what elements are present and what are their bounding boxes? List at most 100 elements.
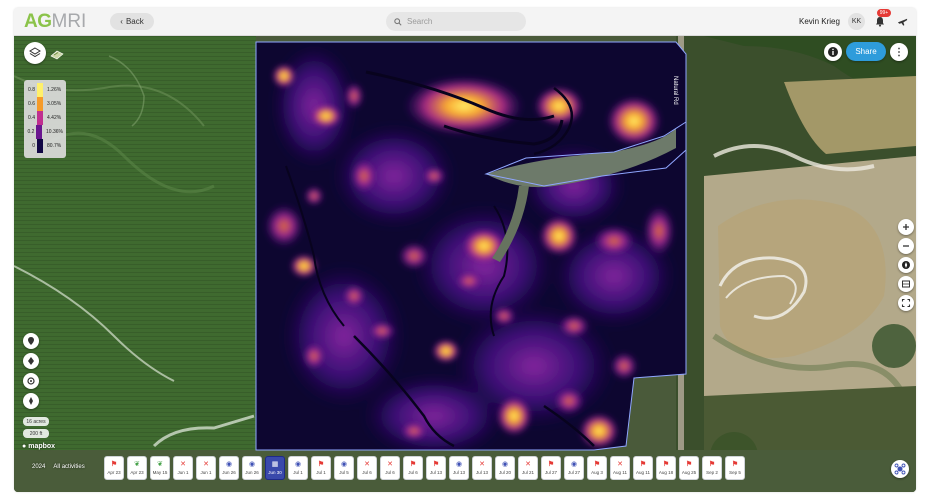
zoom-in-button[interactable] — [898, 219, 914, 235]
timeline-item[interactable]: ◉ Jul 1 — [288, 456, 308, 480]
field-thumbnail-icon[interactable] — [50, 48, 64, 60]
scout-activity-icon: ⚑ — [409, 461, 417, 468]
app-window: AGMRI ‹ Back Kevin Krieg KK 99+ — [14, 8, 916, 492]
timeline-date: Aug 3 — [591, 470, 603, 475]
compass-needle-icon — [902, 261, 910, 269]
compass-button[interactable] — [898, 257, 914, 273]
timeline-item[interactable]: ⚑ Jul 13 — [426, 456, 446, 480]
timeline-date: Jul 5 — [339, 470, 349, 475]
img-activity-icon: ◉ — [294, 461, 302, 468]
area-scale: 16 acres — [23, 417, 49, 426]
measure-button[interactable] — [23, 393, 39, 409]
timeline-item[interactable]: ▦ Jun 30 — [265, 456, 285, 480]
back-button[interactable]: ‹ Back — [110, 13, 154, 30]
locate-button[interactable] — [23, 373, 39, 389]
marker-tool-button[interactable] — [23, 353, 39, 369]
satellite-map: Natural Rd — [14, 36, 916, 492]
x-activity-icon: ✕ — [387, 461, 393, 468]
timeline-date: Apr 23 — [107, 470, 121, 475]
avatar[interactable]: KK — [848, 13, 865, 30]
target-icon — [27, 377, 35, 385]
chevron-left-icon: ‹ — [120, 17, 123, 26]
legend-row: 0.2 10.36% — [27, 125, 63, 139]
scout-activity-icon: ⚑ — [708, 461, 716, 468]
timeline-date: Jul 21 — [521, 470, 534, 475]
timeline-item[interactable]: ◉ Jul 13 — [449, 456, 469, 480]
timeline-activity-filter[interactable]: All activities — [53, 464, 84, 470]
x-activity-icon: ✕ — [364, 461, 370, 468]
scout-activity-icon: ⚑ — [432, 461, 440, 468]
share-button[interactable]: Share — [846, 42, 886, 61]
timeline-item[interactable]: ⚑ Apr 23 — [104, 456, 124, 480]
timeline-item[interactable]: ◉ Jul 5 — [334, 456, 354, 480]
timeline-item[interactable]: ◉ Jul 20 — [495, 456, 515, 480]
plant-activity-icon: ❦ — [134, 461, 140, 468]
timeline-item[interactable]: ⚑ Aug 3 — [587, 456, 607, 480]
fullscreen-button[interactable] — [898, 295, 914, 311]
draw-tool-button[interactable] — [23, 333, 39, 349]
layers-button[interactable] — [24, 42, 46, 64]
x-activity-icon: ✕ — [203, 461, 209, 468]
zoom-out-button[interactable] — [898, 238, 914, 254]
mapbox-icon: ● — [22, 443, 27, 450]
scout-activity-icon: ⚑ — [547, 461, 555, 468]
timeline-item[interactable]: ⚑ Sep 2 — [702, 456, 722, 480]
drone-icon — [894, 463, 906, 475]
timeline-item[interactable]: ✕ Jun 1 — [196, 456, 216, 480]
map-style-button[interactable] — [898, 276, 914, 292]
timeline-item[interactable]: ◉ Jun 26 — [242, 456, 262, 480]
timeline-item[interactable]: ✕ Jul 13 — [472, 456, 492, 480]
timeline-item[interactable]: ◉ Jun 26 — [219, 456, 239, 480]
plus-icon — [903, 224, 909, 230]
legend-value: 0.4 — [28, 115, 35, 121]
x-activity-icon: ✕ — [617, 461, 623, 468]
img-activity-icon: ◉ — [455, 461, 463, 468]
legend-value: 0.6 — [28, 101, 35, 107]
user-name[interactable]: Kevin Krieg — [799, 17, 840, 26]
timeline-date: Jul 13 — [452, 470, 465, 475]
timeline-date: Jul 27 — [567, 470, 580, 475]
flight-button[interactable] — [894, 13, 910, 30]
timeline-item[interactable]: ⚑ Jul 6 — [403, 456, 423, 480]
timeline-date: Jun 1 — [200, 470, 212, 475]
timeline-item[interactable]: ⚑ Jul 27 — [541, 456, 561, 480]
back-label: Back — [125, 17, 144, 26]
notification-badge: 99+ — [877, 9, 891, 17]
timeline-item[interactable]: ⚑ Jul 1 — [311, 456, 331, 480]
map-view[interactable]: Natural Rd 0.8 1.26% 0.6 3.05% 0.4 4.42% — [14, 36, 916, 492]
timeline-item[interactable]: ⚑ Aug 18 — [656, 456, 676, 480]
search-box[interactable] — [386, 12, 526, 31]
legend-percent: 1.26% — [47, 87, 62, 93]
scout-activity-icon: ⚑ — [731, 461, 739, 468]
timeline-item[interactable]: ✕ Jul 6 — [357, 456, 377, 480]
mapbox-logo[interactable]: ● mapbox — [22, 443, 55, 450]
more-options-button[interactable]: ⋮ — [890, 43, 908, 61]
location-icon — [28, 357, 34, 365]
timeline-year[interactable]: 2024 — [32, 464, 45, 470]
map-icon — [902, 280, 910, 288]
timeline-date: Jul 1 — [316, 470, 326, 475]
timeline-item[interactable]: ❦ May 15 — [150, 456, 170, 480]
legend-row: 0.4 4.42% — [27, 111, 63, 125]
search-icon — [394, 17, 402, 26]
info-button[interactable] — [824, 43, 842, 61]
x-activity-icon: ✕ — [525, 461, 531, 468]
timeline-item[interactable]: ⚑ Aug 25 — [679, 456, 699, 480]
agmri-logo[interactable]: AGMRI — [24, 11, 86, 33]
top-bar: AGMRI ‹ Back Kevin Krieg KK 99+ — [14, 8, 916, 36]
timeline-item[interactable]: ⚑ Aug 11 — [633, 456, 653, 480]
timeline-item[interactable]: ✕ Aug 11 — [610, 456, 630, 480]
ndvi-legend: 0.8 1.26% 0.6 3.05% 0.4 4.42% 0.2 10.36%… — [24, 80, 66, 158]
timeline-item[interactable]: ✕ Jul 6 — [380, 456, 400, 480]
timeline-item[interactable]: ✕ Jul 21 — [518, 456, 538, 480]
search-input[interactable] — [407, 17, 517, 26]
timeline-item[interactable]: ◉ Jul 27 — [564, 456, 584, 480]
scout-activity-icon: ⚑ — [662, 461, 670, 468]
drone-button[interactable] — [891, 460, 909, 478]
road-label: Natural Rd — [672, 76, 678, 105]
timeline-item[interactable]: ❦ Apr 23 — [127, 456, 147, 480]
timeline-item[interactable]: ⚑ Sep 5 — [725, 456, 745, 480]
timeline-date: Aug 25 — [681, 470, 697, 475]
timeline-item[interactable]: ✕ Jun 1 — [173, 456, 193, 480]
timeline-filter[interactable]: 2024 All activities — [32, 464, 85, 470]
